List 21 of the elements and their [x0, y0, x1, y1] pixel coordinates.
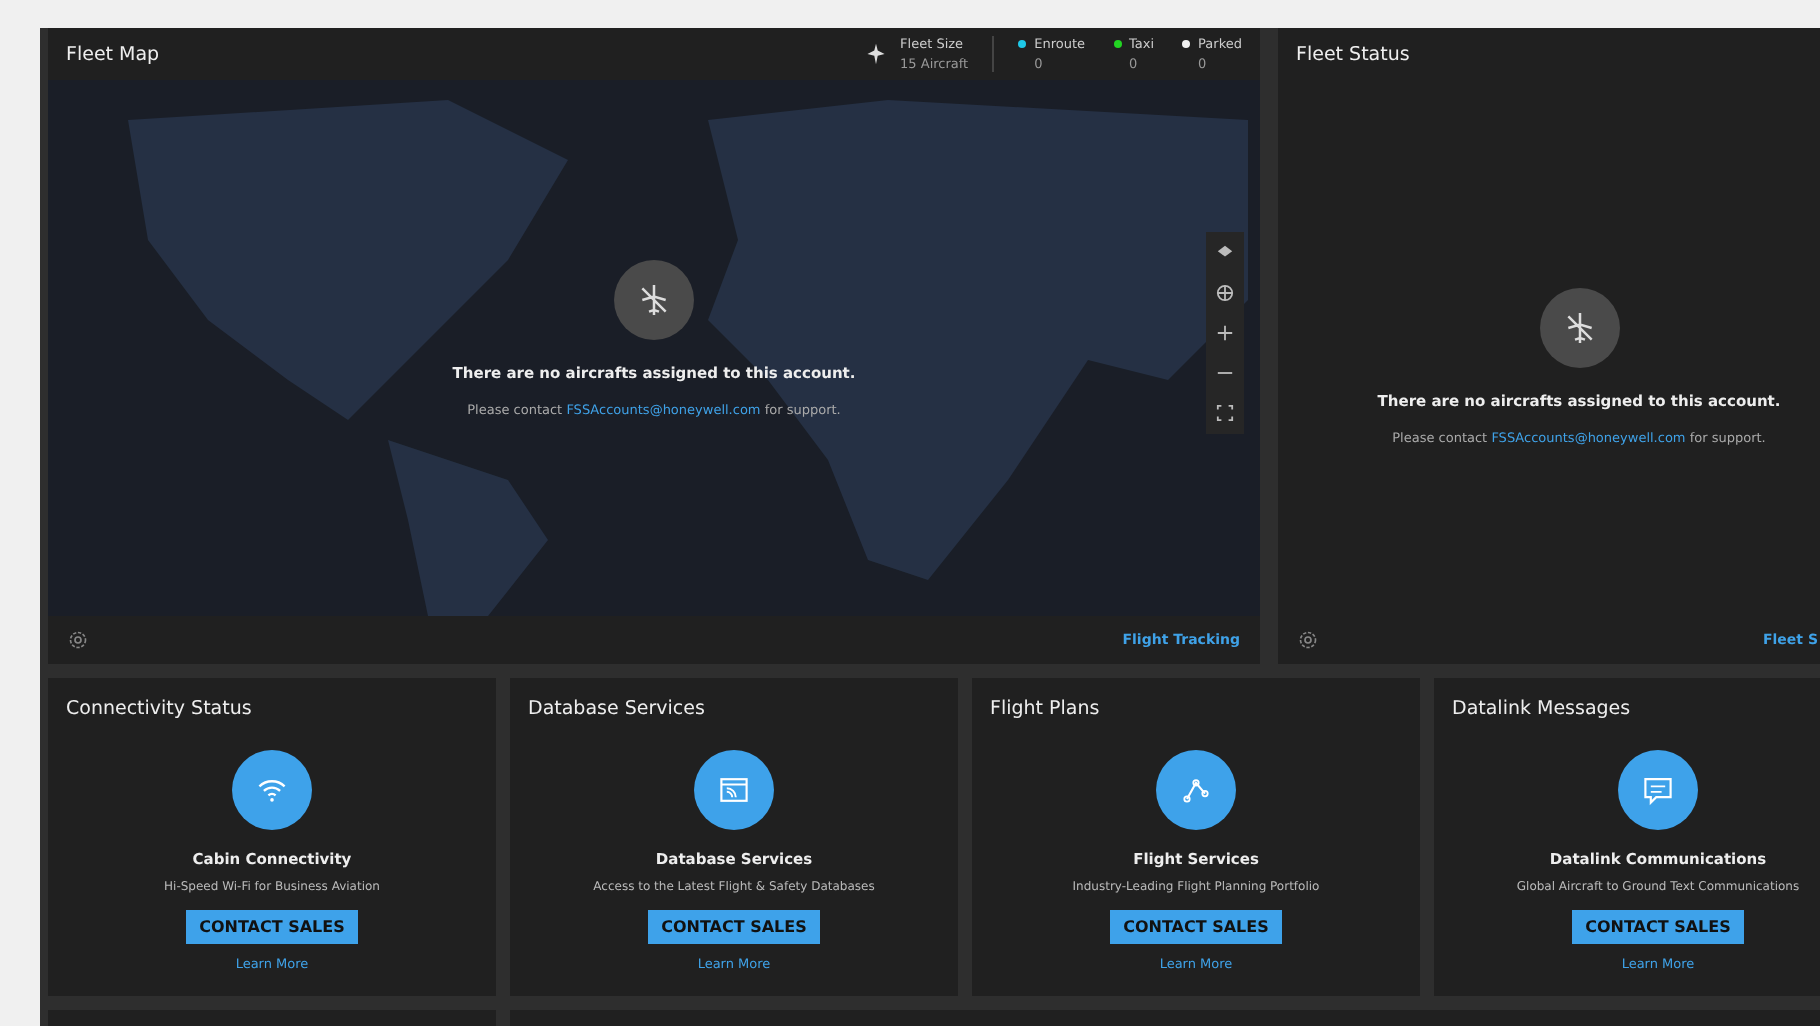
panel-title: Fleet Map [66, 43, 160, 65]
contact-sales-button[interactable]: CONTACT SALES [1571, 910, 1745, 944]
route-icon [1156, 750, 1236, 830]
card-title: Datalink Messages [1452, 698, 1633, 720]
card-title: Connectivity Status [66, 698, 254, 720]
chat-bubble-icon [1618, 750, 1698, 830]
contact-sales-button[interactable]: CONTACT SALES [185, 910, 359, 944]
settings-icon[interactable] [1298, 630, 1318, 650]
card-title: Flight Plans [990, 698, 1102, 720]
card-title: Database Services [528, 698, 707, 720]
contact-sales-button[interactable]: CONTACT SALES [1109, 910, 1283, 944]
layers-icon[interactable] [1216, 244, 1234, 262]
fullscreen-icon[interactable] [1216, 404, 1234, 422]
no-aircraft-icon [1539, 288, 1619, 368]
settings-icon[interactable] [68, 630, 88, 650]
browser-window-icon [694, 750, 774, 830]
panel-title: Fleet Status [1296, 43, 1410, 65]
globe-icon[interactable] [1216, 284, 1234, 302]
wifi-icon [232, 750, 312, 830]
contact-sales-button[interactable]: CONTACT SALES [647, 910, 821, 944]
zoom-in-icon[interactable] [1216, 324, 1234, 342]
